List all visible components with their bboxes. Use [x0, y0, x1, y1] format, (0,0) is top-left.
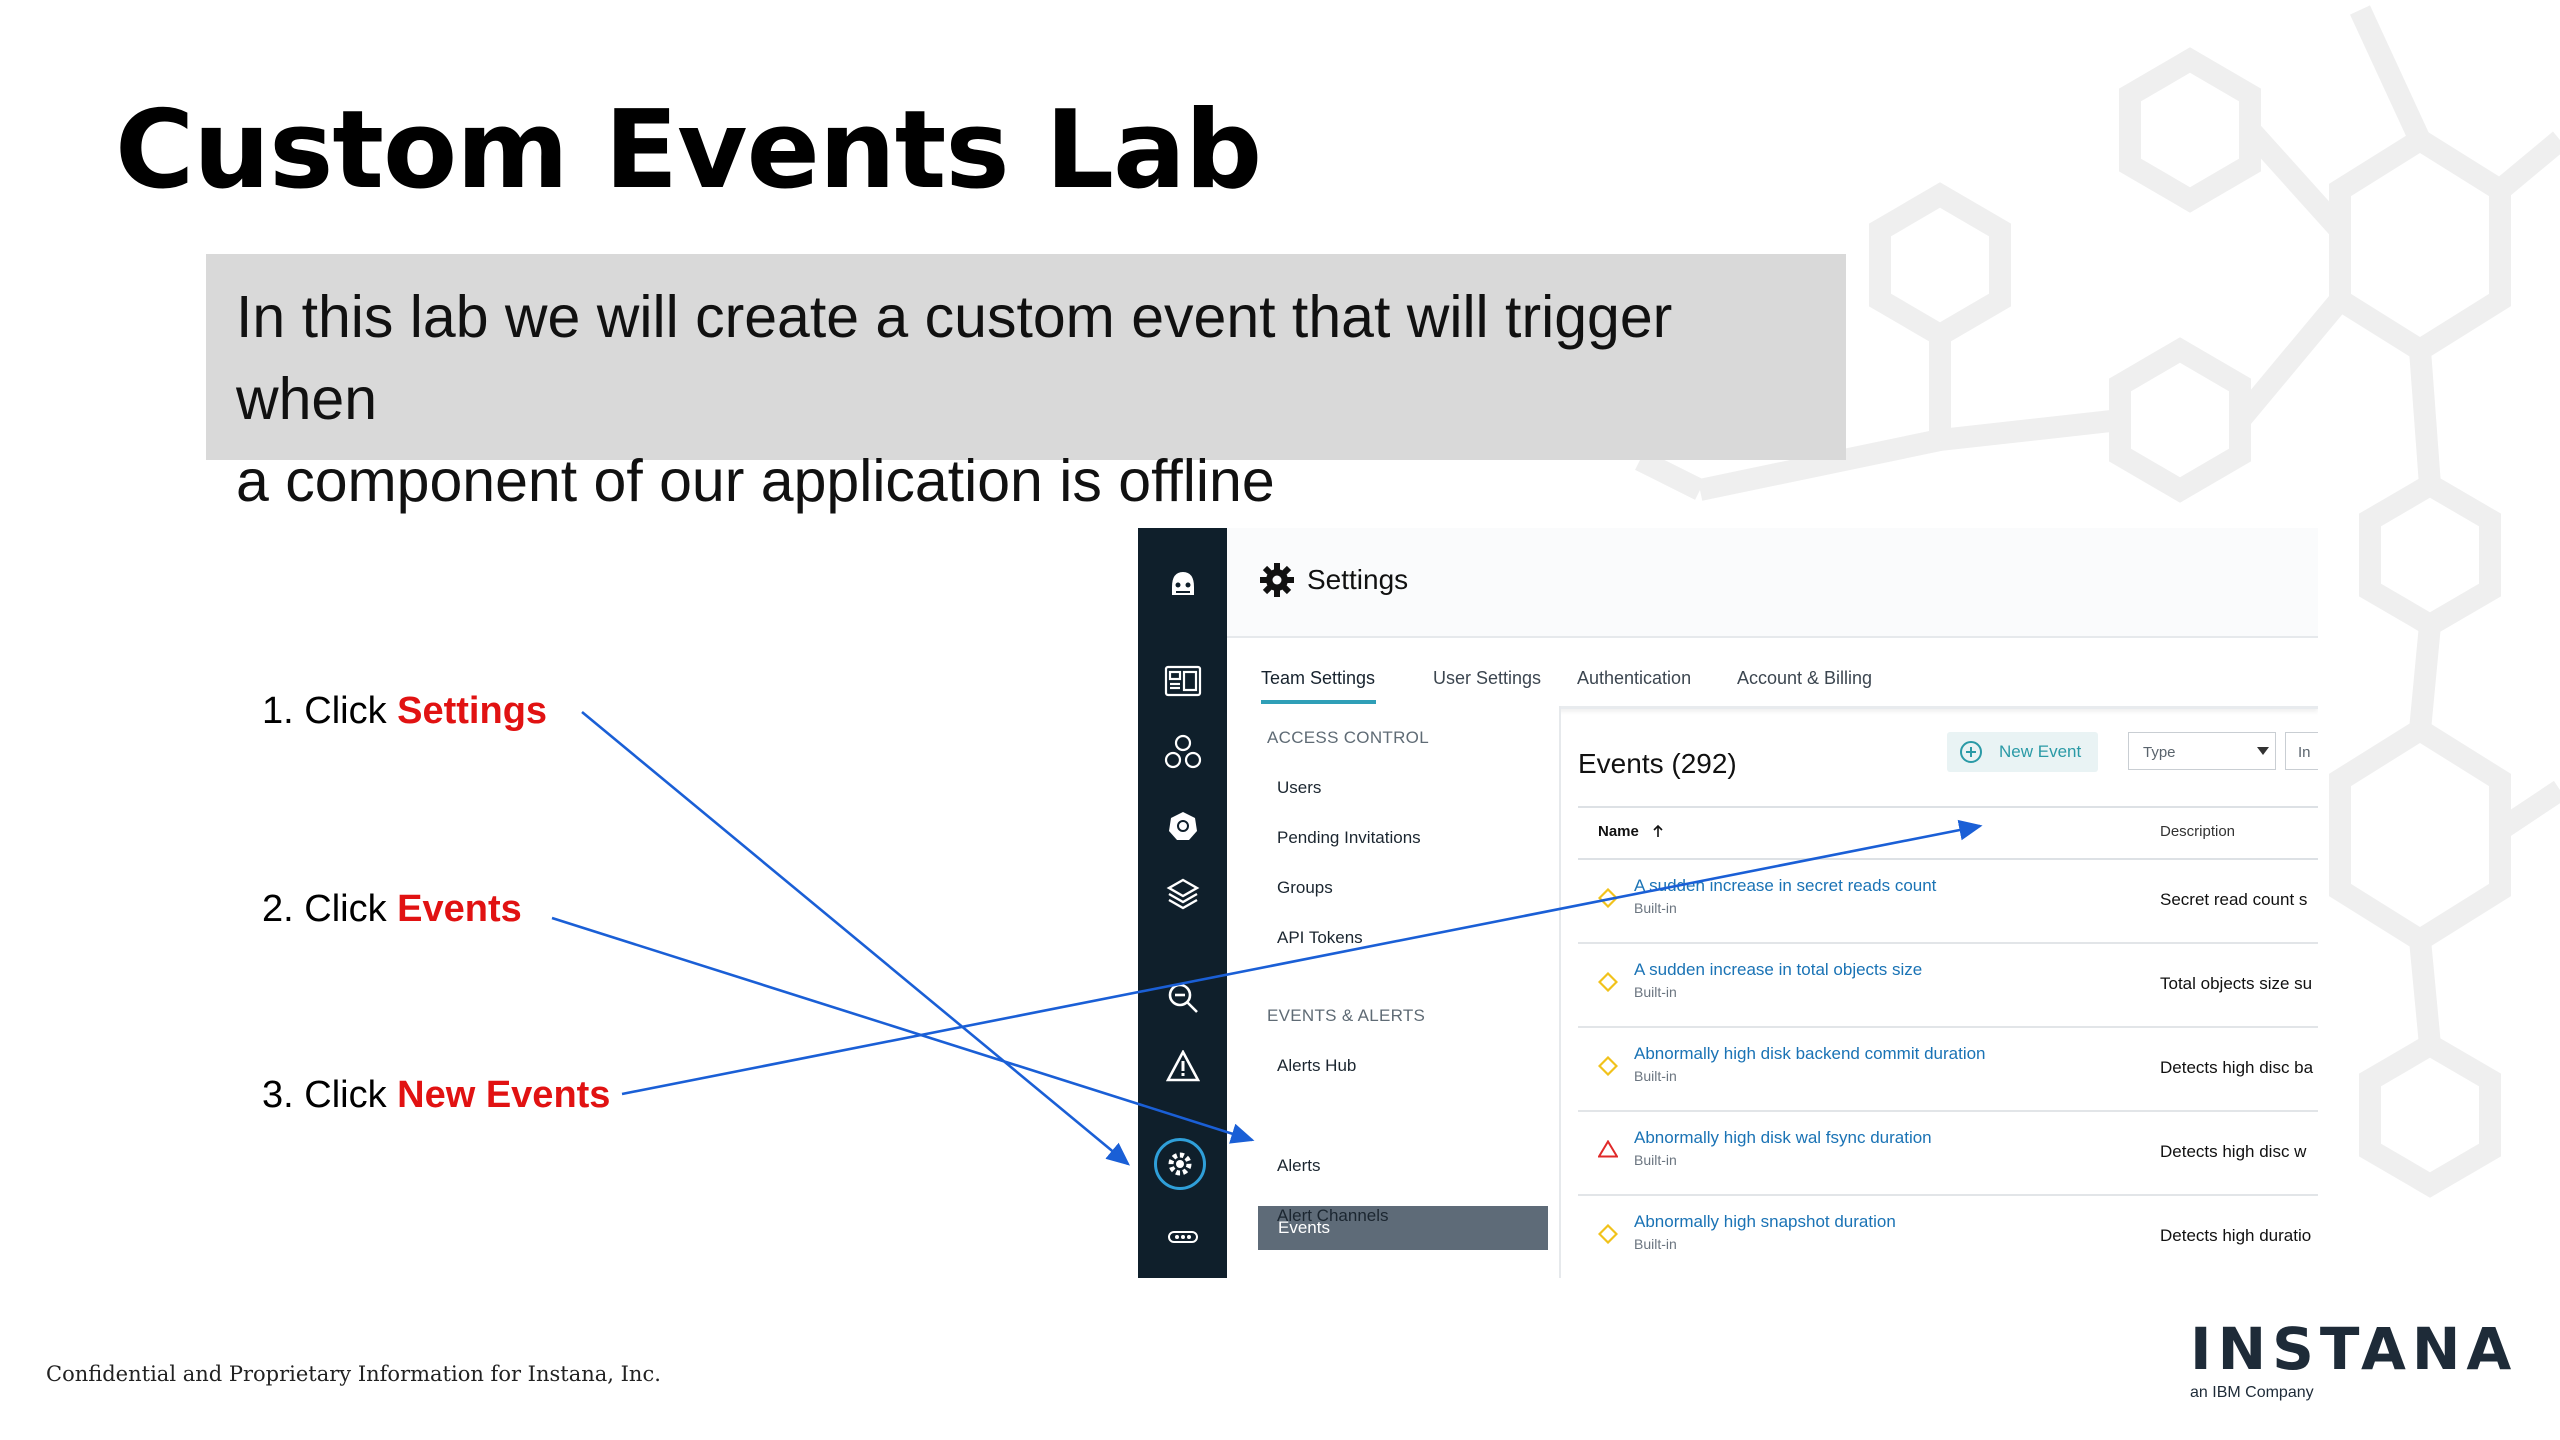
- gear-icon: [1260, 563, 1294, 597]
- event-description: Secret read count s: [2160, 890, 2308, 909]
- nav-item-alert-channels[interactable]: Alert Channels: [1277, 1206, 1389, 1226]
- intro-line-1: In this lab we will create a custom even…: [236, 284, 1673, 432]
- event-source-label: Built-in: [1634, 900, 1677, 916]
- warning-severity-icon: [1597, 887, 1619, 913]
- sort-ascending-icon: [1653, 824, 1663, 837]
- dashboard-icon[interactable]: [1163, 662, 1203, 702]
- column-header-description[interactable]: Description: [2160, 823, 2235, 840]
- settings-gear-icon[interactable]: [1154, 1138, 1206, 1190]
- events-title: Events (292): [1578, 748, 1737, 779]
- nav-item-groups[interactable]: Groups: [1277, 878, 1333, 898]
- second-filter-label: In: [2298, 744, 2311, 761]
- events-panel: Events (292) New Event Type In Name Desc…: [1561, 706, 2318, 1278]
- event-name-link[interactable]: Abnormally high disk wal fsync duration: [1634, 1128, 1932, 1148]
- active-tab-indicator: [1261, 700, 1376, 704]
- layers-icon[interactable]: [1163, 874, 1203, 914]
- second-filter-select[interactable]: In: [2285, 732, 2318, 770]
- step-3-prefix: 3. Click: [262, 1074, 398, 1116]
- table-row[interactable]: Abnormally high snapshot duration Built-i…: [1578, 1194, 2318, 1278]
- column-name-label: Name: [1598, 823, 1639, 840]
- nav-item-api-tokens[interactable]: API Tokens: [1277, 928, 1363, 948]
- settings-tabs: Team Settings User Settings Authenticati…: [1227, 638, 2318, 709]
- event-name-link[interactable]: Abnormally high snapshot duration: [1634, 1212, 1896, 1232]
- table-row[interactable]: A sudden increase in total objects size B…: [1578, 942, 2318, 1028]
- new-event-button[interactable]: New Event: [1947, 732, 2098, 772]
- tab-user-settings[interactable]: User Settings: [1433, 668, 1541, 689]
- event-source-label: Built-in: [1634, 984, 1677, 1000]
- tab-account-billing[interactable]: Account & Billing: [1737, 668, 1872, 689]
- step-3-highlight: New Events: [397, 1074, 611, 1116]
- warning-severity-icon: [1597, 971, 1619, 997]
- step-2-highlight: Events: [397, 888, 522, 930]
- more-icon[interactable]: [1163, 1217, 1203, 1257]
- page-title: Settings: [1307, 564, 1409, 595]
- event-name-link[interactable]: A sudden increase in total objects size: [1634, 960, 1922, 980]
- confidential-footer: Confidential and Proprietary Information…: [46, 1362, 661, 1386]
- slide-title: Custom Events Lab: [115, 88, 1262, 213]
- step-1-prefix: 1. Click: [262, 690, 398, 732]
- nav-item-users[interactable]: Users: [1277, 778, 1321, 798]
- robot-icon[interactable]: [1163, 564, 1203, 604]
- tab-authentication[interactable]: Authentication: [1577, 668, 1691, 689]
- type-filter-label: Type: [2143, 744, 2176, 761]
- type-filter-select[interactable]: Type: [2128, 732, 2276, 770]
- step-1-highlight: Settings: [397, 690, 548, 732]
- event-source-label: Built-in: [1634, 1236, 1677, 1252]
- column-header-name[interactable]: Name: [1598, 823, 1665, 840]
- event-name-link[interactable]: A sudden increase in secret reads count: [1634, 876, 1936, 896]
- nav-item-alerts[interactable]: Alerts: [1277, 1156, 1320, 1176]
- tab-team-settings[interactable]: Team Settings: [1261, 668, 1375, 689]
- warning-severity-icon: [1597, 1055, 1619, 1081]
- table-row[interactable]: A sudden increase in secret reads count B…: [1578, 858, 2318, 944]
- settings-screenshot: Settings Team Settings User Settings Aut…: [1138, 528, 2318, 1278]
- table-row[interactable]: Abnormally high disk backend commit dura…: [1578, 1026, 2318, 1112]
- step-2: 2. Click Events: [262, 888, 522, 931]
- settings-header: Settings: [1227, 528, 2318, 638]
- step-3: 3. Click New Events: [262, 1074, 610, 1117]
- nav-header-access-control: ACCESS CONTROL: [1267, 728, 1429, 747]
- event-description: Detects high disc ba: [2160, 1058, 2314, 1077]
- kubernetes-icon[interactable]: [1163, 806, 1203, 846]
- warning-severity-icon: [1597, 1223, 1619, 1249]
- step-2-prefix: 2. Click: [262, 888, 398, 930]
- new-event-label: New Event: [1999, 742, 2082, 761]
- nav-item-alerts-hub[interactable]: Alerts Hub: [1277, 1056, 1356, 1076]
- event-description: Total objects size su: [2160, 974, 2313, 993]
- event-source-label: Built-in: [1634, 1068, 1677, 1084]
- event-description: Detects high disc w: [2160, 1142, 2307, 1161]
- logo-wordmark: INSTANA: [2190, 1315, 2518, 1383]
- add-circle-icon: [1960, 741, 1982, 763]
- settings-nav: ACCESS CONTROL Users Pending Invitations…: [1227, 706, 1561, 1278]
- analyze-icon[interactable]: [1163, 978, 1203, 1018]
- sidebar: [1138, 528, 1227, 1278]
- intro-box: In this lab we will create a custom even…: [206, 254, 1846, 514]
- nav-item-pending-invitations[interactable]: Pending Invitations: [1277, 828, 1421, 848]
- event-description: Detects high duratio: [2160, 1226, 2312, 1245]
- nav-header-events-alerts: EVENTS & ALERTS: [1267, 1006, 1426, 1025]
- event-source-label: Built-in: [1634, 1152, 1677, 1168]
- critical-severity-icon: [1597, 1139, 1619, 1163]
- event-name-link[interactable]: Abnormally high disk backend commit dura…: [1634, 1044, 1986, 1064]
- table-row[interactable]: Abnormally high disk wal fsync duration B…: [1578, 1110, 2318, 1196]
- chevron-down-icon: [2257, 747, 2269, 755]
- step-1: 1. Click Settings: [262, 690, 547, 733]
- applications-icon[interactable]: [1163, 732, 1203, 772]
- logo-subtitle: an IBM Company: [2190, 1384, 2314, 1401]
- instana-logo: INSTANA an IBM Company: [2190, 1320, 2517, 1402]
- events-warning-icon[interactable]: [1163, 1046, 1203, 1086]
- intro-line-2: a component of our application is offlin…: [236, 448, 1275, 514]
- events-table-header: Name Description: [1578, 806, 2318, 860]
